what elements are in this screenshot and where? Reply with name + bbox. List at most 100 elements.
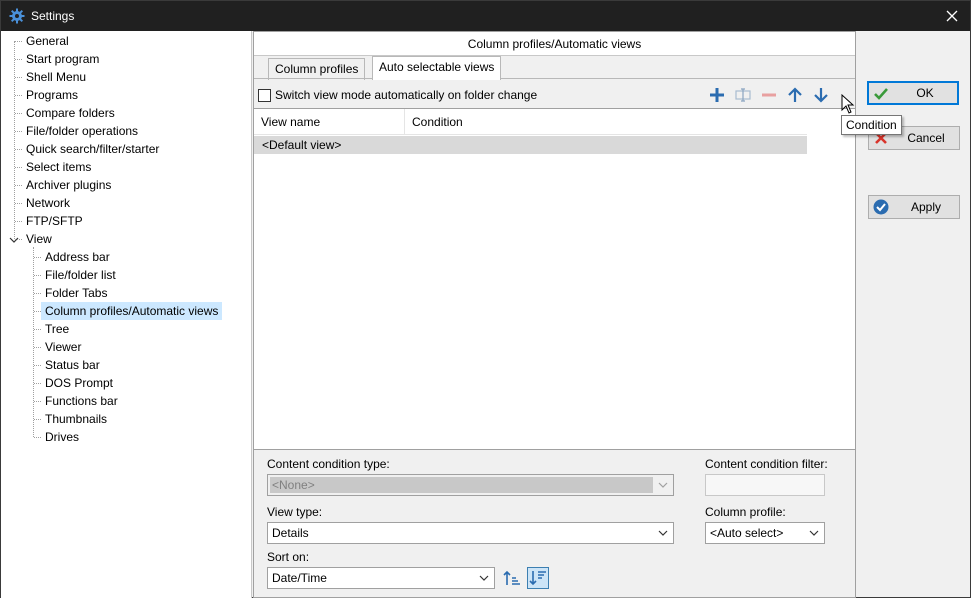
table-row[interactable]: <Default view>: [254, 136, 807, 154]
tree-line: [34, 419, 41, 420]
tree-item[interactable]: Select items: [22, 158, 95, 176]
content-condition-type-select[interactable]: <None>: [267, 474, 674, 496]
plus-icon: [710, 88, 724, 102]
tree-item[interactable]: Quick search/filter/starter: [22, 140, 163, 158]
content-condition-filter-input[interactable]: [705, 474, 825, 496]
edit-view-button[interactable]: [732, 84, 754, 106]
tree-item[interactable]: Programs: [22, 86, 82, 104]
check-circle-icon: [873, 199, 889, 215]
tree-item[interactable]: View: [22, 230, 56, 248]
sort-descending-icon: [529, 571, 546, 586]
content-condition-filter-label: Content condition filter:: [705, 457, 828, 471]
tab-auto-selectable-views[interactable]: Auto selectable views: [372, 56, 502, 80]
tab-divider: [254, 78, 855, 79]
tree-line: [15, 167, 22, 168]
tab-column-profiles[interactable]: Column profiles: [268, 58, 366, 80]
tree-line: [15, 131, 22, 132]
panel-title: Column profiles/Automatic views: [254, 32, 855, 56]
column-profile-select[interactable]: <Auto select>: [705, 522, 825, 544]
tree-line: [34, 437, 41, 438]
chevron-down-icon[interactable]: [8, 234, 20, 246]
close-button[interactable]: [934, 1, 970, 31]
tree-line: [15, 41, 22, 42]
sort-descending-button[interactable]: [527, 567, 549, 589]
tree-item[interactable]: Functions bar: [41, 392, 122, 410]
settings-panel: Column profiles/Automatic views Column p…: [253, 31, 856, 598]
cancel-label: Cancel: [907, 131, 945, 145]
tab-strip: Column profiles Auto selectable views: [254, 56, 855, 80]
ok-button[interactable]: OK: [867, 81, 959, 105]
tree-line: [15, 149, 22, 150]
content-condition-type-value: <None>: [270, 477, 653, 493]
close-icon: [946, 10, 958, 22]
move-up-button[interactable]: [784, 84, 806, 106]
tree-item[interactable]: FTP/SFTP: [22, 212, 87, 230]
tree-line: [15, 221, 22, 222]
tree-item[interactable]: General: [22, 32, 73, 50]
column-header-view-name[interactable]: View name: [254, 109, 405, 135]
switch-view-mode-checkbox[interactable]: Switch view mode automatically on folder…: [258, 87, 537, 103]
chevron-down-icon: [653, 475, 673, 495]
checkmark-icon: [873, 86, 889, 102]
edit-icon: [735, 88, 751, 102]
tree-item[interactable]: Folder Tabs: [41, 284, 111, 302]
switch-view-mode-label: Switch view mode automatically on folder…: [275, 88, 538, 102]
tree-item[interactable]: File/folder operations: [22, 122, 142, 140]
gear-icon: [9, 8, 25, 24]
chevron-down-icon: [474, 568, 494, 588]
tree-line: [34, 347, 41, 348]
tree-item[interactable]: Compare folders: [22, 104, 119, 122]
tree-line: [15, 113, 22, 114]
sort-on-select[interactable]: Date/Time: [267, 567, 495, 589]
tree-item[interactable]: Thumbnails: [41, 410, 111, 428]
column-header-condition[interactable]: Condition: [405, 109, 807, 135]
sort-ascending-icon: [503, 570, 520, 585]
arrow-down-icon: [814, 88, 828, 103]
tree-item[interactable]: File/folder list: [41, 266, 120, 284]
tree-item[interactable]: Tree: [41, 320, 73, 338]
tree-line: [34, 311, 41, 312]
tree-line: [34, 401, 41, 402]
column-profile-value: <Auto select>: [710, 526, 784, 540]
chevron-down-icon: [804, 523, 824, 543]
sort-on-label: Sort on:: [267, 550, 310, 564]
window-title: Settings: [31, 9, 75, 23]
views-table[interactable]: View name Condition <Default view>: [254, 108, 855, 450]
content-condition-type-label: Content condition type:: [267, 457, 390, 471]
tree-line: [14, 41, 15, 239]
minus-icon: [762, 93, 776, 97]
tree-item[interactable]: Column profiles/Automatic views: [41, 302, 223, 320]
tree-line: [15, 185, 22, 186]
tree-item[interactable]: Archiver plugins: [22, 176, 115, 194]
mouse-cursor-icon: [841, 93, 855, 114]
tree-line: [15, 77, 22, 78]
view-type-select[interactable]: Details: [267, 522, 674, 544]
checkbox-box[interactable]: [258, 88, 271, 102]
chevron-down-icon: [653, 523, 673, 543]
settings-tree[interactable]: General Start program Shell Menu Programs Co…: [1, 31, 252, 598]
tree-item[interactable]: Status bar: [41, 356, 104, 374]
tree-line: [34, 365, 41, 366]
move-down-button[interactable]: [810, 84, 832, 106]
tree-line: [34, 257, 41, 258]
arrow-up-icon: [788, 87, 802, 102]
tree-line: [34, 329, 41, 330]
sort-ascending-button[interactable]: [501, 567, 523, 589]
tree-item[interactable]: Drives: [41, 428, 83, 446]
tree-item[interactable]: Shell Menu: [22, 68, 90, 86]
tree-item[interactable]: Start program: [22, 50, 103, 68]
view-type-label: View type:: [267, 505, 323, 519]
tree-item[interactable]: Network: [22, 194, 74, 212]
ok-label: OK: [916, 86, 934, 100]
apply-button[interactable]: Apply: [868, 195, 960, 219]
view-name-cell: <Default view>: [262, 138, 342, 152]
tree-item[interactable]: Address bar: [41, 248, 114, 266]
tree-item[interactable]: DOS Prompt: [41, 374, 117, 392]
table-header: View name Condition: [254, 109, 807, 135]
remove-view-button[interactable]: [758, 84, 780, 106]
add-view-button[interactable]: [706, 84, 728, 106]
view-type-value: Details: [272, 526, 309, 540]
tree-line: [34, 293, 41, 294]
tree-line: [15, 59, 22, 60]
tree-item[interactable]: Viewer: [41, 338, 85, 356]
